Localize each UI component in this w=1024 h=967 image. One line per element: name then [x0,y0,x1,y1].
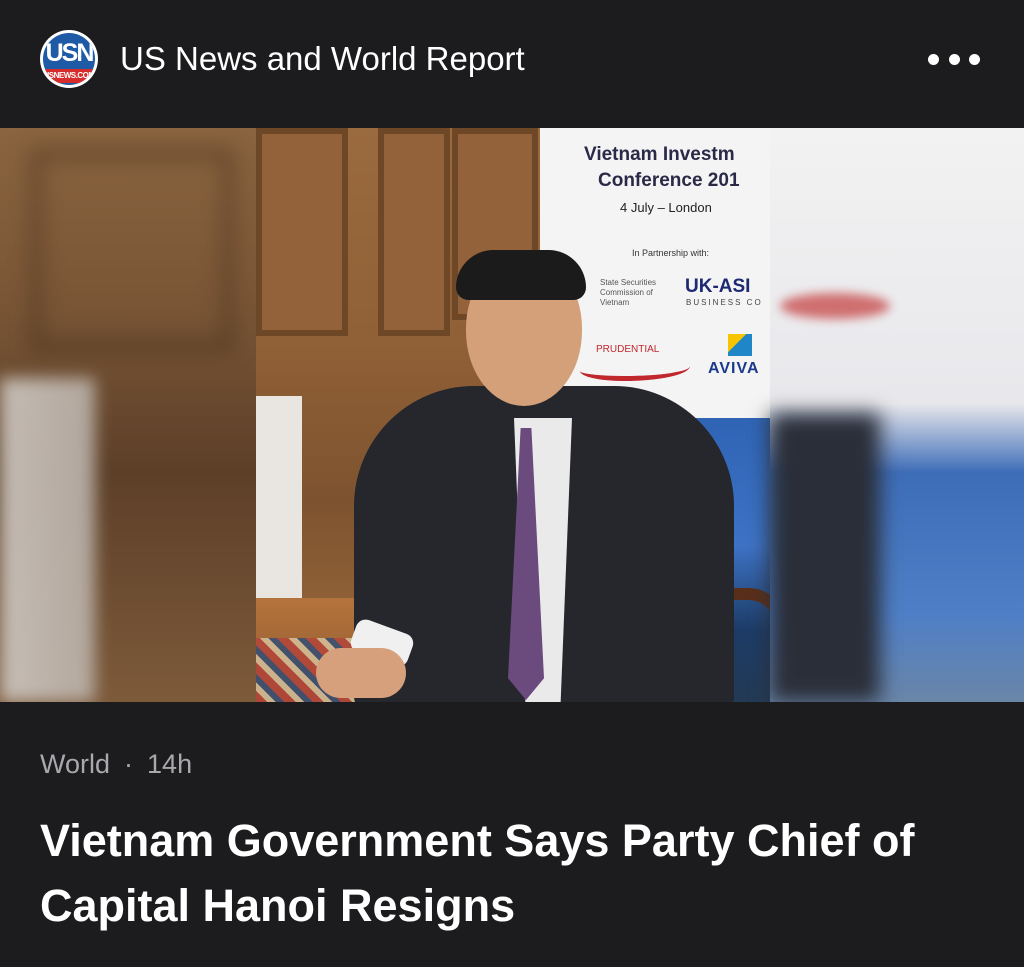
banner-date: 4 July – London [620,200,712,215]
logo-subtext: USNEWS.COM [43,69,95,83]
person-hand [316,648,406,698]
meta-separator: · [124,749,134,779]
hero-blur-left [0,128,256,702]
dot-1 [928,53,939,65]
ellipsis-icon[interactable] [928,52,980,66]
tablecloth [256,396,302,598]
logo-text: USN [45,39,95,67]
article-category[interactable]: World [40,749,110,779]
banner-prudential: PRUDENTIAL [596,344,660,355]
banner-title-1: Vietnam Investm [584,144,735,165]
article-age: 14h [147,749,193,779]
blur-swoosh [780,293,890,319]
person-hair [456,250,586,300]
banner-uk-asia-sub: BUSINESS CO [686,298,763,307]
dot-3 [969,53,980,65]
article-meta: World · 14h [40,747,192,781]
wall-panel [378,128,450,336]
prudential-swoosh [580,356,690,381]
banner-uk-asia: UK-ASI [685,276,751,297]
app-header: USN USNEWS.COM US News and World Report [0,0,1024,128]
wall-panel [256,128,348,336]
banner-ssc: State Securities Commission of Vietnam [600,278,657,307]
publisher-logo[interactable]: USN USNEWS.COM [40,30,98,88]
hero-image[interactable]: Vietnam Investm Conference 201 4 July – … [0,128,1024,702]
article-photo: Vietnam Investm Conference 201 4 July – … [256,128,770,702]
blur-tablecloth [0,378,95,702]
banner-title-2: Conference 201 [598,170,740,191]
article-headline[interactable]: Vietnam Government Says Party Chief of C… [40,808,1000,938]
logo-circle: USN USNEWS.COM [43,33,95,85]
banner-aviva: AVIVA [708,360,760,377]
hero-blur-right [770,128,1024,702]
dot-2 [948,53,960,65]
blur-suit [770,413,880,702]
banner-partnership: In Partnership with: [632,248,710,258]
blur-panel [30,148,234,352]
aviva-logo-mark [728,334,752,356]
publisher-name[interactable]: US News and World Report [120,39,525,79]
